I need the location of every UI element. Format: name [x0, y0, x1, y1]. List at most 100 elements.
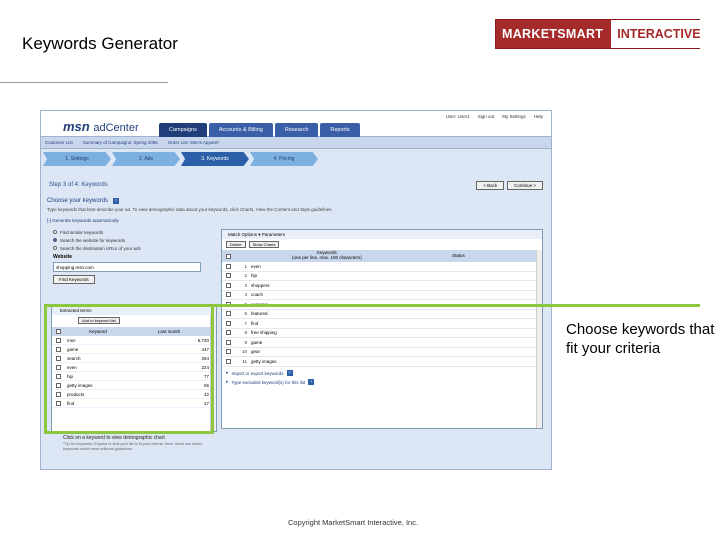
breadcrumb: Customer List Summary of Campaigns: Spri…: [41, 137, 551, 149]
checkbox[interactable]: [226, 273, 231, 279]
sign-out-link[interactable]: Sign out: [478, 114, 495, 119]
marketsmart-logo: MARKETSMART INTERACTIVE: [495, 19, 707, 49]
radio-icon: [53, 246, 57, 250]
list-item[interactable]: 11 getty images: [222, 357, 542, 367]
breadcrumb-customer-list[interactable]: Customer List: [45, 140, 73, 145]
checkbox[interactable]: [226, 320, 231, 326]
row-number: 7: [244, 320, 247, 326]
checkbox[interactable]: [226, 339, 231, 345]
list-item[interactable]: 6 featured: [222, 310, 542, 319]
match-options-bar[interactable]: Match Options ▾ Parameters: [222, 230, 542, 239]
checkbox[interactable]: [226, 349, 231, 355]
breadcrumb-campaigns[interactable]: Summary of Campaigns: Spring 2006: [83, 140, 158, 145]
title-rule: [0, 82, 168, 83]
back-button[interactable]: < Back: [476, 181, 505, 190]
checkbox[interactable]: [226, 263, 231, 269]
keyword-list-header: Keywords (one per line, max. 100 charact…: [222, 250, 542, 262]
help-icon[interactable]: ?: [112, 198, 119, 204]
website-label: Website: [53, 254, 73, 260]
import-export-link[interactable]: ▸ Import or export keywords ?: [222, 369, 542, 378]
checkbox[interactable]: [226, 311, 231, 317]
help-icon[interactable]: ?: [308, 379, 315, 385]
tab-research[interactable]: Research: [274, 123, 319, 137]
keyword-source-panel: Find similar keywords Search the website…: [53, 228, 215, 284]
row-number: 6: [244, 311, 247, 317]
generate-keywords-link[interactable]: [-] Generate keywords automatically: [47, 218, 119, 223]
list-item[interactable]: 8 free shipping: [222, 329, 542, 338]
list-item[interactable]: 2 hip: [222, 272, 542, 281]
section-title-text: Choose your keywords: [47, 198, 109, 204]
row-keyword: coach: [251, 292, 264, 298]
radio-destination[interactable]: Search the destination URLs of your ads: [53, 244, 215, 252]
wizard-steps: 1. Settings 2. Ads 3. Keywords 4. Pricin…: [43, 152, 319, 166]
step-pricing[interactable]: 4. Pricing: [250, 152, 318, 166]
col-keywords-sub: (one per line, max. 100 characters): [292, 254, 362, 260]
list-item[interactable]: 4 coach: [222, 291, 542, 300]
row-number: 9: [244, 339, 247, 345]
radio-website[interactable]: Search the website for keywords: [53, 236, 215, 244]
copyright: Copyright MarketSmart Interactive, Inc.: [288, 518, 419, 527]
tab-reports[interactable]: Reports: [320, 123, 360, 137]
list-item[interactable]: 9 game: [222, 338, 542, 348]
section-title: Choose your keywords ?: [47, 198, 119, 204]
row-number: 11: [242, 358, 247, 364]
checkbox[interactable]: [226, 292, 231, 298]
main-tabs: Campaigns Accounts & Billing Research Re…: [159, 123, 362, 137]
tab-campaigns[interactable]: Campaigns: [159, 123, 207, 137]
app-header: msn adCenter Campaigns Accounts & Billin…: [41, 111, 551, 137]
help-link[interactable]: Help: [534, 114, 543, 119]
row-keyword: getty images: [251, 358, 277, 364]
radio-similar[interactable]: Find similar keywords: [53, 228, 215, 236]
highlight-box: [44, 304, 214, 434]
tab-accounts-billing[interactable]: Accounts & Billing: [208, 123, 273, 137]
step-ads[interactable]: 2. Ads: [112, 152, 180, 166]
row-keyword: find: [251, 320, 259, 326]
radio-destination-label: Search the destination URLs of your ads: [60, 245, 141, 251]
radio-icon: [53, 238, 57, 242]
find-keywords-button[interactable]: Find Keywords: [53, 275, 95, 284]
step-label: Step 3 of 4: Keywords: [49, 182, 108, 188]
checkbox[interactable]: [226, 253, 231, 259]
adcenter-logo[interactable]: msn adCenter: [63, 119, 139, 134]
continue-button[interactable]: Continue >: [507, 181, 543, 190]
row-keyword: shoppers: [251, 282, 270, 288]
logo-adcenter: adCenter: [93, 122, 139, 134]
row-number: 2: [244, 273, 247, 279]
excluded-keywords-link[interactable]: ▸ Type excluded keyword(s) for this list…: [222, 378, 542, 387]
step-settings[interactable]: 1. Settings: [43, 152, 111, 166]
list-item[interactable]: 3 shoppers: [222, 281, 542, 291]
checkbox[interactable]: [226, 282, 231, 288]
checkbox[interactable]: [226, 330, 231, 336]
user-links: User: User1 Sign out My Settings Help: [438, 114, 543, 119]
radio-icon: [53, 230, 57, 234]
keyword-list-toolbar: Delete Show Charts: [222, 239, 542, 250]
row-keyword: gear: [251, 349, 261, 355]
step-keywords[interactable]: 3. Keywords: [181, 152, 249, 166]
keyword-list-rows: 1even 2hip 3shoppers 4coach 5compare 6fe…: [222, 262, 542, 367]
click-tip: *Tip for keywords: Expand or limit your …: [63, 442, 202, 451]
row-keyword: hip: [251, 273, 258, 279]
row-keyword: featured: [251, 311, 268, 317]
breadcrumb-orders[interactable]: Order List: Men's Apparel: [168, 140, 219, 145]
logo-msn: msn: [63, 119, 90, 134]
row-number: 8: [244, 330, 247, 336]
keyword-list-scrollbar[interactable]: [536, 250, 542, 428]
website-input[interactable]: shopping.msn.com: [53, 262, 201, 272]
logo-left-text: MARKETSMART: [496, 20, 610, 48]
list-item[interactable]: 10 gear: [222, 348, 542, 357]
row-keyword: game: [251, 339, 263, 345]
highlight-line: [214, 304, 700, 307]
list-item[interactable]: 7 find: [222, 319, 542, 329]
help-icon[interactable]: ?: [286, 370, 293, 376]
row-keyword: free shipping: [251, 330, 277, 336]
checkbox[interactable]: [226, 358, 231, 364]
my-settings-link[interactable]: My Settings: [502, 114, 526, 119]
slide-title: Keywords Generator: [22, 34, 178, 53]
show-charts-button[interactable]: Show Charts: [248, 241, 280, 248]
list-item[interactable]: 1 even: [222, 262, 542, 272]
nav-buttons: < Back Continue >: [473, 181, 543, 190]
row-number: 10: [241, 349, 247, 355]
link-icon: ▸: [226, 370, 229, 376]
radio-similar-label: Find similar keywords: [60, 229, 104, 235]
delete-button[interactable]: Delete: [226, 241, 246, 248]
